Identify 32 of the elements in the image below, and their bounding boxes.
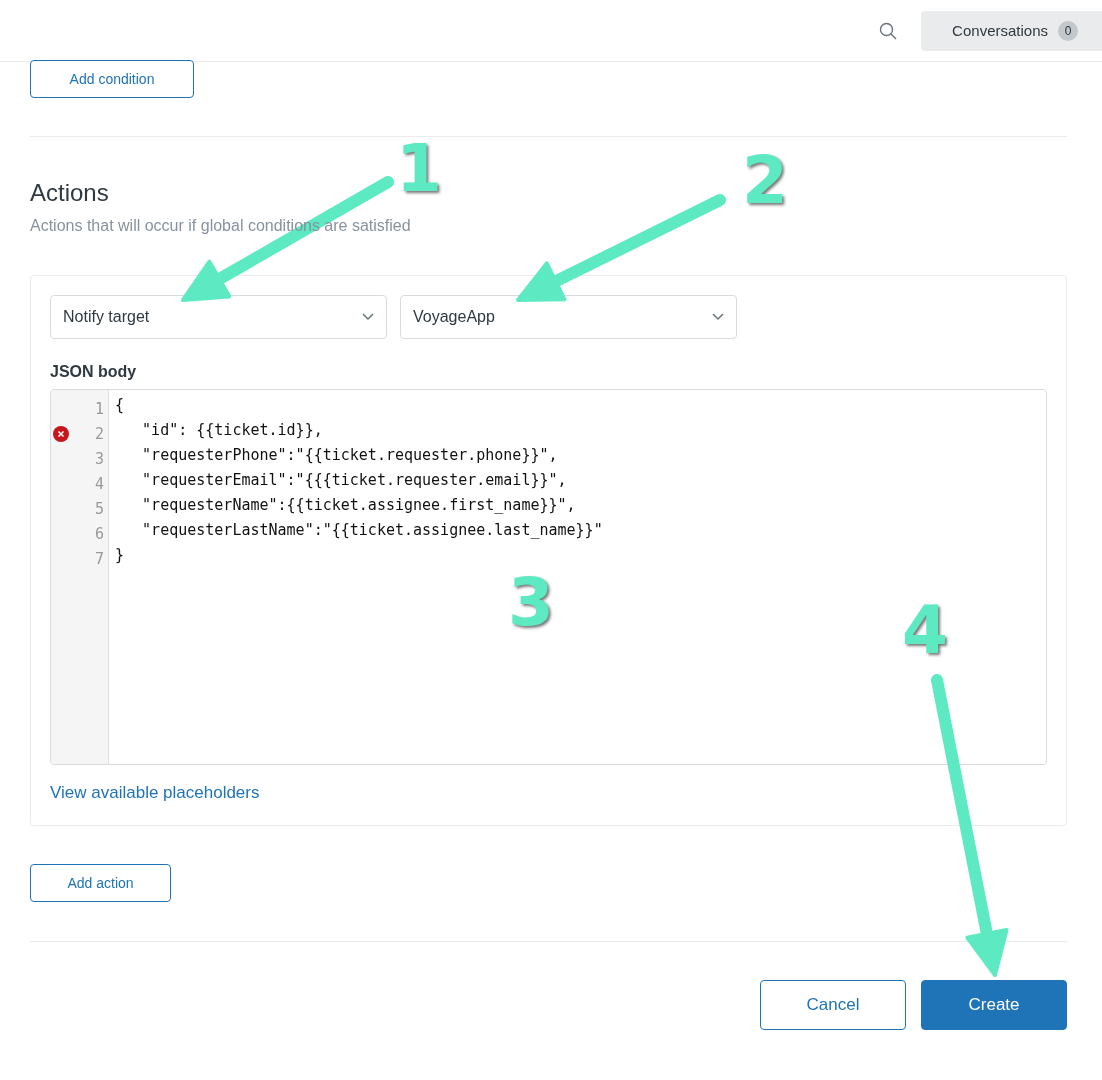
- code-line: "requesterLastName":"{{ticket.assignee.last_name}}": [141, 521, 603, 541]
- annotation-number: 1: [396, 136, 442, 202]
- count-badge: 0: [1058, 20, 1078, 41]
- line-number: 7: [94, 549, 104, 568]
- line-number: 6: [94, 524, 104, 543]
- line-number: 2: [94, 424, 104, 443]
- placeholders-link[interactable]: View available placeholders: [50, 783, 260, 803]
- code-line: {: [115, 396, 126, 416]
- chevron-down-icon: [712, 313, 724, 321]
- annotation-number: 2: [742, 148, 788, 214]
- code-line: "requesterName":{{ticket.assignee.first_name}}",: [141, 496, 577, 516]
- dropdown[interactable]: Notify target: [50, 295, 387, 339]
- code-line: "requesterPhone":"{{ticket.requester.phone}}",: [141, 446, 559, 466]
- dropdown[interactable]: VoyageApp: [400, 295, 737, 339]
- chevron-down-icon: [362, 313, 374, 321]
- line-number: 3: [94, 449, 104, 468]
- line-number: 1: [94, 399, 104, 418]
- create-button[interactable]: Create: [921, 980, 1067, 1030]
- code-line: }: [115, 546, 126, 566]
- add-action-button[interactable]: Add action: [30, 864, 171, 902]
- annotation-number: 3: [508, 570, 554, 636]
- code-line: "requesterEmail":"{{{ticket.requester.email}}",: [141, 471, 568, 491]
- cancel-button[interactable]: Cancel: [760, 980, 906, 1030]
- conversations-button[interactable]: Conversations 0: [921, 10, 1102, 51]
- section-title: Actions: [30, 179, 110, 207]
- search-icon[interactable]: [879, 21, 898, 40]
- line-number: 5: [94, 499, 104, 518]
- field-label: JSON body: [50, 363, 138, 381]
- add-condition-button[interactable]: Add condition: [30, 60, 194, 98]
- annotation-number: 4: [902, 598, 948, 664]
- line-number: 4: [94, 474, 104, 493]
- code-line: "id": {{ticket.id}},: [141, 421, 324, 441]
